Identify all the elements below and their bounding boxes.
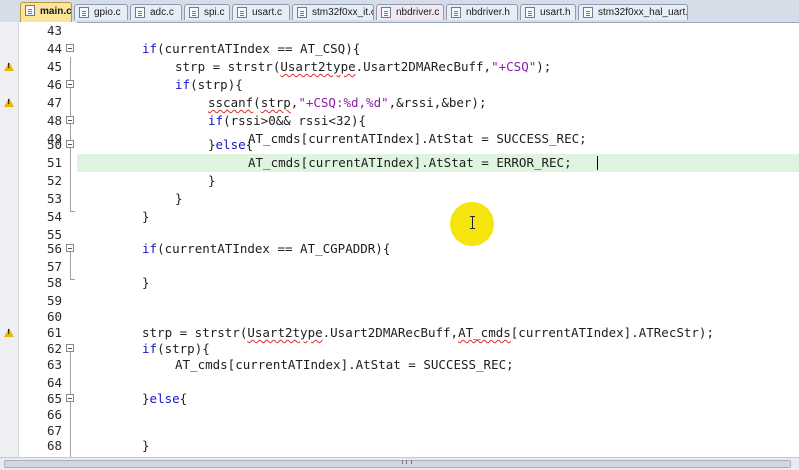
tab-stm32f0xx-it-c[interactable]: stm32f0xx_it.c	[292, 4, 374, 20]
code-text: if(currentATIndex == AT_CSQ){	[142, 41, 361, 56]
code-line[interactable]: 44 if(currentATIndex == AT_CSQ){	[0, 40, 799, 58]
tab-nbdriver-h[interactable]: nbdriver.h	[446, 4, 518, 20]
c-file-icon	[25, 5, 35, 16]
line-number: 68	[46, 438, 62, 453]
line-number: 54	[46, 209, 62, 224]
tab-label: main.c	[40, 6, 72, 17]
line-number: 47	[46, 95, 62, 110]
text-cursor	[597, 156, 598, 170]
line-number: 44	[46, 41, 62, 56]
scrollbar-thumb[interactable]	[4, 460, 791, 468]
c-file-icon	[135, 7, 145, 18]
c-file-icon	[297, 7, 307, 18]
tab-label: usart.h	[540, 7, 571, 18]
code-text: }	[142, 275, 150, 290]
fold-minus-icon[interactable]	[66, 394, 74, 402]
line-number: 50	[46, 137, 62, 152]
code-line-current[interactable]: 51 AT_cmds[currentATIndex].AtStat = ERRO…	[0, 154, 799, 172]
line-number: 53	[46, 191, 62, 206]
code-line[interactable]: 54 }	[0, 208, 799, 226]
fold-minus-icon[interactable]	[66, 116, 74, 124]
tab-gpio-c[interactable]: gpio.c	[74, 4, 128, 20]
line-number: 58	[46, 275, 62, 290]
line-number: 56	[46, 241, 62, 256]
fold-minus-icon[interactable]	[66, 244, 74, 252]
tab-spi-c[interactable]: spi.c	[184, 4, 230, 20]
code-text: }else{	[208, 137, 254, 152]
code-line[interactable]: 48 if(rssi>0&& rssi<32){	[0, 112, 799, 130]
code-text: AT_cmds[currentATIndex].AtStat = ERROR_R…	[248, 155, 572, 170]
line-number: 45	[46, 59, 62, 74]
tab-label: nbdriver.h	[466, 7, 510, 18]
fold-minus-icon[interactable]	[66, 80, 74, 88]
code-line[interactable]: 50 }else{	[0, 136, 799, 154]
code-line[interactable]: 63 AT_cmds[currentATIndex].AtStat = SUCC…	[0, 356, 799, 374]
code-line[interactable]: 56 if(currentATIndex == AT_CGPADDR){	[0, 240, 799, 258]
file-tab-bar: main.c gpio.c adc.c spi.c usart.c stm32f…	[0, 0, 799, 23]
warning-icon[interactable]	[4, 328, 14, 337]
tab-label: nbdriver.c	[396, 7, 440, 18]
h-file-icon	[451, 7, 461, 18]
code-line[interactable]: 46 if(strp){	[0, 76, 799, 94]
tab-stm32f0xx-hal-uart-c[interactable]: stm32f0xx_hal_uart.c	[578, 4, 688, 20]
code-line[interactable]: 43	[0, 22, 799, 40]
line-number: 43	[46, 23, 62, 38]
fold-minus-icon[interactable]	[66, 44, 74, 52]
code-text: if(strp){	[175, 77, 243, 92]
code-text: if(rssi>0&& rssi<32){	[208, 113, 367, 128]
warning-icon[interactable]	[4, 98, 14, 107]
code-line[interactable]: 58 }	[0, 274, 799, 292]
tab-label: spi.c	[204, 7, 225, 18]
c-file-icon	[189, 7, 199, 18]
code-text: }	[142, 209, 150, 224]
c-file-icon	[237, 7, 247, 18]
code-text: strp = strstr(Usart2type.Usart2DMARecBuf…	[175, 59, 552, 74]
tab-label: stm32f0xx_it.c	[312, 7, 374, 18]
code-text: }	[208, 173, 216, 188]
line-number: 52	[46, 173, 62, 188]
c-file-icon	[381, 7, 391, 18]
tab-adc-c[interactable]: adc.c	[130, 4, 182, 20]
tab-usart-c[interactable]: usart.c	[232, 4, 290, 20]
scrollbar-grip-icon	[402, 460, 412, 464]
c-file-icon	[583, 7, 593, 18]
code-line[interactable]: 68 }	[0, 437, 799, 455]
code-line[interactable]: 53 }	[0, 190, 799, 208]
tab-label: usart.c	[252, 7, 283, 18]
code-line[interactable]: 45 strp = strstr(Usart2type.Usart2DMARec…	[0, 58, 799, 76]
code-text: }	[142, 438, 150, 453]
c-file-icon	[79, 7, 89, 18]
code-text: if(currentATIndex == AT_CGPADDR){	[142, 241, 391, 256]
code-text: sscanf(strp,"+CSQ:%d,%d",&rssi,&ber);	[208, 95, 487, 110]
fold-minus-icon[interactable]	[66, 344, 74, 352]
tab-label: stm32f0xx_hal_uart.c	[598, 7, 688, 18]
tab-usart-h[interactable]: usart.h	[520, 4, 576, 20]
tab-nbdriver-c[interactable]: nbdriver.c	[376, 4, 444, 20]
line-number: 51	[46, 155, 62, 170]
tab-main-c[interactable]: main.c	[20, 2, 72, 22]
ibeam-cursor-icon	[470, 216, 476, 229]
tab-label: adc.c	[150, 7, 174, 18]
h-file-icon	[525, 7, 535, 18]
warning-icon[interactable]	[4, 62, 14, 71]
line-number: 48	[46, 113, 62, 128]
tab-label: gpio.c	[94, 7, 121, 18]
code-line[interactable]: 47 sscanf(strp,"+CSQ:%d,%d",&rssi,&ber);	[0, 94, 799, 112]
line-number: 46	[46, 77, 62, 92]
code-line[interactable]: 52 }	[0, 172, 799, 190]
line-number: 63	[46, 357, 62, 372]
horizontal-scrollbar[interactable]	[0, 457, 799, 470]
fold-minus-icon[interactable]	[66, 140, 74, 148]
code-text: AT_cmds[currentATIndex].AtStat = SUCCESS…	[175, 357, 514, 372]
code-text: }	[175, 191, 183, 206]
